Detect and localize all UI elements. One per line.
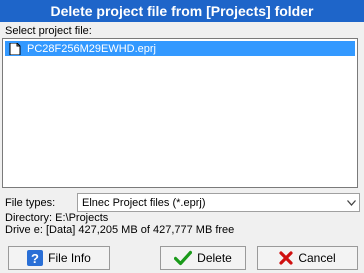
directory-text: Directory: E:\Projects xyxy=(5,212,109,224)
cancel-button[interactable]: Cancel xyxy=(257,246,358,270)
checkmark-icon xyxy=(174,250,193,266)
file-icon xyxy=(9,42,21,55)
file-listbox[interactable]: PC28F256M29EWHD.eprj xyxy=(2,38,358,188)
file-types-value: Elnec Project files (*.eprj) xyxy=(82,196,206,209)
cancel-label: Cancel xyxy=(298,251,336,265)
drive-info-text: Drive e: [Data] 427,205 MB of 427,777 MB… xyxy=(5,224,235,236)
list-item[interactable]: PC28F256M29EWHD.eprj xyxy=(5,41,355,56)
chevron-down-icon[interactable] xyxy=(343,194,359,211)
file-types-select[interactable]: Elnec Project files (*.eprj) xyxy=(77,193,360,212)
select-file-label: Select project file: xyxy=(5,25,92,37)
delete-label: Delete xyxy=(197,251,232,265)
help-icon: ? xyxy=(27,250,44,266)
file-types-label: File types: xyxy=(5,197,56,209)
delete-button[interactable]: Delete xyxy=(160,246,246,270)
file-info-button[interactable]: ? File Info xyxy=(8,246,110,270)
dialog-title: Delete project file from [Projects] fold… xyxy=(0,0,364,22)
file-info-label: File Info xyxy=(48,251,91,265)
close-icon xyxy=(279,251,293,265)
svg-text:?: ? xyxy=(31,251,39,266)
file-name: PC28F256M29EWHD.eprj xyxy=(27,42,156,55)
